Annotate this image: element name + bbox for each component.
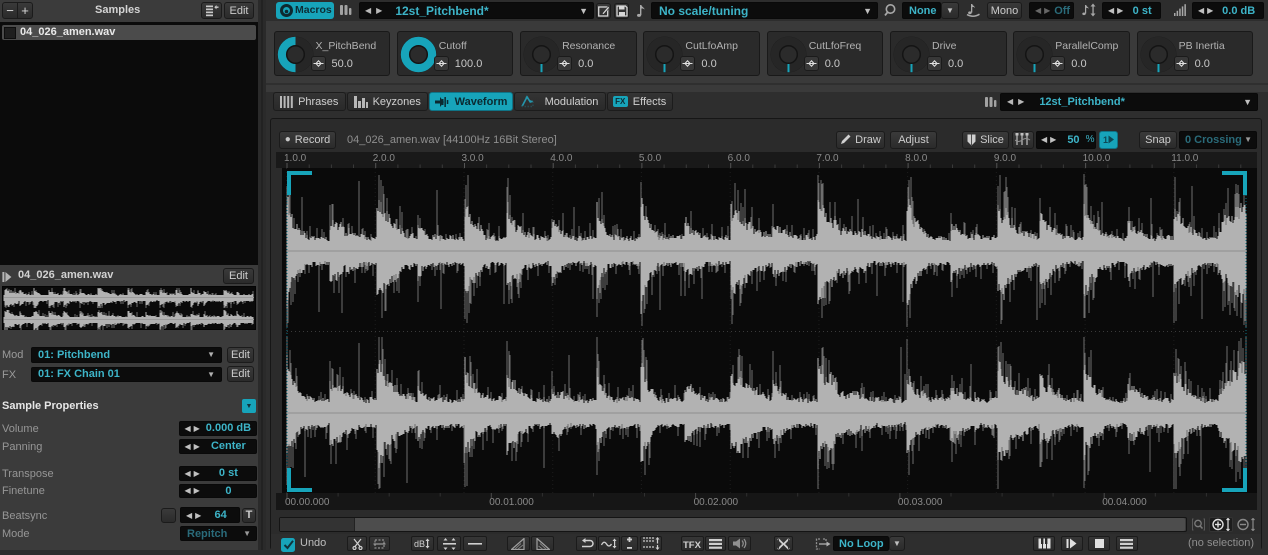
svg-text:dB: dB xyxy=(414,539,425,549)
svg-text:TFX: TFX xyxy=(683,540,702,549)
svg-text:1: 1 xyxy=(1103,135,1108,145)
